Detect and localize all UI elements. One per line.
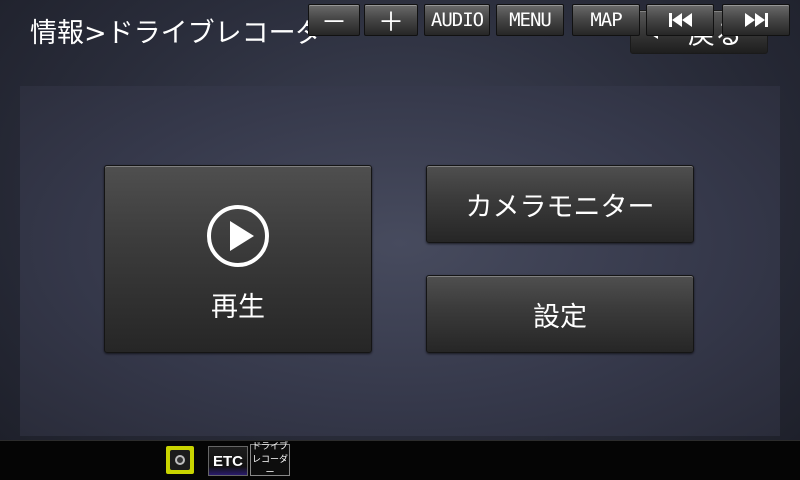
map-label: MAP [590, 9, 622, 31]
camera-monitor-button-label: カメラモニター [465, 191, 655, 223]
volume-up-button[interactable]: ＋ [364, 4, 418, 38]
previous-track-button[interactable] [646, 4, 714, 36]
camera-status-indicator [166, 446, 194, 474]
settings-button-label: 設定 [533, 301, 587, 333]
play-button-label: 再生 [211, 291, 265, 323]
play-button[interactable]: 再生 [104, 165, 372, 353]
skip-previous-icon [668, 13, 692, 27]
drive-recorder-line2: レコーダー [251, 454, 288, 478]
camera-icon [170, 450, 190, 470]
settings-button[interactable]: 設定 [426, 275, 694, 353]
drive-recorder-line1: ドライブ [251, 441, 288, 452]
screen: 情報>ドライブレコーダー 戻る 再生 カメラモニター 設定 ETC ドライブ レ… [0, 0, 800, 480]
page-title: 情報>ドライブレコーダー [30, 18, 350, 49]
audio-label: AUDIO [430, 9, 484, 31]
skip-next-icon [744, 13, 768, 27]
next-track-button[interactable] [722, 4, 790, 36]
menu-label: MENU [509, 9, 552, 31]
etc-status-indicator: ETC [208, 446, 248, 476]
bottom-bar [0, 440, 800, 480]
etc-label: ETC [213, 452, 243, 470]
camera-monitor-button[interactable]: カメラモニター [426, 165, 694, 243]
map-button[interactable]: MAP [572, 4, 640, 36]
play-circle-icon [207, 204, 269, 267]
volume-down-button[interactable]: － [308, 4, 360, 38]
audio-button[interactable]: AUDIO [424, 4, 490, 36]
minus-label: － [320, 7, 347, 38]
menu-button[interactable]: MENU [496, 4, 564, 36]
drive-recorder-status-indicator: ドライブ レコーダー [250, 441, 290, 478]
plus-label: ＋ [377, 7, 404, 38]
